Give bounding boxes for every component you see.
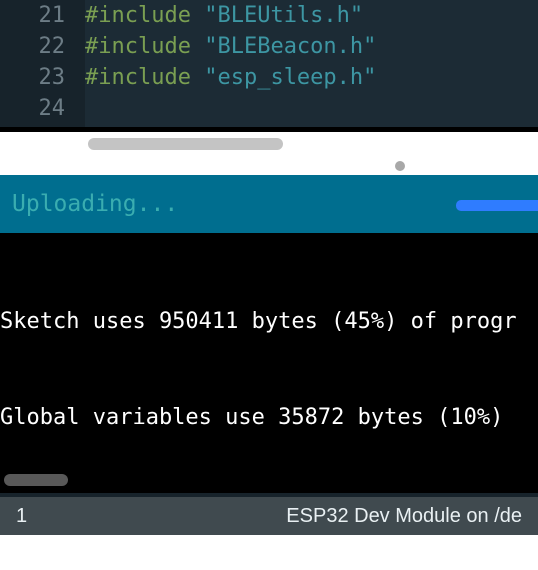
upload-status-bar: Uploading... bbox=[0, 175, 538, 233]
console-line: Global variables use 35872 bytes (10%) bbox=[0, 402, 538, 434]
code-line: #include "BLEUtils.h" bbox=[85, 0, 538, 31]
pane-divider[interactable] bbox=[0, 155, 538, 175]
drag-handle-icon[interactable] bbox=[395, 161, 405, 171]
line-number: 23 bbox=[0, 62, 65, 93]
line-number: 24 bbox=[0, 93, 65, 124]
footer-status-bar: 1 ESP32 Dev Module on /de bbox=[0, 497, 538, 535]
console-line: Sketch uses 950411 bytes (45%) of progr bbox=[0, 306, 538, 338]
line-number: 21 bbox=[0, 0, 65, 31]
code-line: #include "esp_sleep.h" bbox=[85, 62, 538, 93]
output-console[interactable]: Sketch uses 950411 bytes (45%) of progr … bbox=[0, 233, 538, 471]
editor-horizontal-scrollbar[interactable] bbox=[0, 127, 538, 155]
code-line: #include "BLEBeacon.h" bbox=[85, 31, 538, 62]
status-label: Uploading... bbox=[12, 191, 178, 217]
line-number-gutter: 21 22 23 24 bbox=[0, 0, 85, 127]
cursor-line-indicator: 1 bbox=[16, 505, 27, 528]
code-content[interactable]: #include "BLEUtils.h" #include "BLEBeaco… bbox=[85, 0, 538, 127]
bottom-margin bbox=[0, 535, 538, 570]
board-port-info: ESP32 Dev Module on /de bbox=[286, 505, 522, 528]
upload-progress-bar bbox=[456, 200, 538, 211]
scrollbar-thumb[interactable] bbox=[88, 138, 283, 150]
console-horizontal-scrollbar[interactable] bbox=[0, 471, 538, 497]
code-line bbox=[85, 93, 538, 124]
line-number: 22 bbox=[0, 31, 65, 62]
code-editor[interactable]: 21 22 23 24 #include "BLEUtils.h" #inclu… bbox=[0, 0, 538, 127]
scrollbar-thumb[interactable] bbox=[4, 474, 68, 486]
